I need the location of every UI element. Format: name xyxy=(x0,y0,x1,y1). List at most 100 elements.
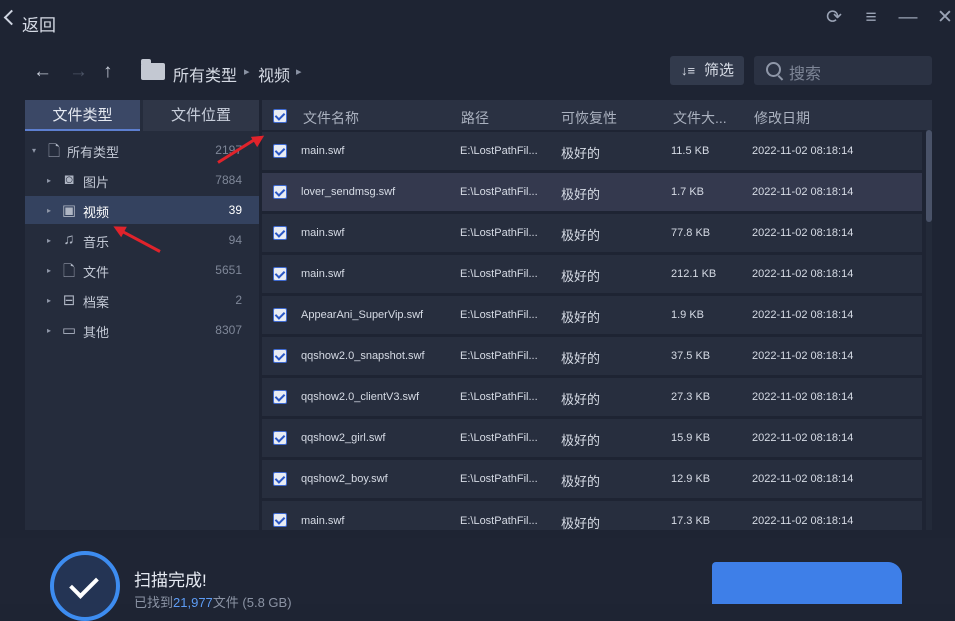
row-checkbox[interactable] xyxy=(273,308,287,322)
file-path: E:\LostPathFil... xyxy=(460,145,538,157)
table-row[interactable]: main.swf E:\LostPathFil... 极好的 212.1 KB … xyxy=(262,255,922,293)
arrow-left-icon[interactable]: ← xyxy=(33,60,52,84)
breadcrumb-separator-icon: ▸ xyxy=(296,66,302,78)
arrow-up-icon[interactable]: ↑ xyxy=(103,60,113,84)
sidebar-item-label: 视频 xyxy=(83,205,110,220)
file-path: E:\LostPathFil... xyxy=(460,350,538,362)
refresh-icon[interactable]: ⟳ xyxy=(823,8,845,28)
sidebar-item-label: 档案 xyxy=(83,295,110,310)
row-checkbox[interactable] xyxy=(273,472,287,486)
expand-caret-icon[interactable]: ▾ xyxy=(32,146,36,155)
expand-caret-icon[interactable]: ▸ xyxy=(47,236,51,245)
modified-date: 2022-11-02 08:18:14 xyxy=(752,309,854,321)
breadcrumb-item-all-types[interactable]: 所有类型 xyxy=(173,62,237,86)
column-header-name[interactable]: 文件名称 xyxy=(303,108,359,128)
table-row[interactable]: main.swf E:\LostPathFil... 极好的 11.5 KB 2… xyxy=(262,132,922,170)
table-row[interactable]: main.swf E:\LostPathFil... 极好的 77.8 KB 2… xyxy=(262,214,922,252)
tab-file-type[interactable]: 文件类型 xyxy=(25,100,140,131)
found-prefix: 已找到 xyxy=(134,595,174,610)
document-icon: 🗋 xyxy=(47,143,61,160)
expand-caret-icon[interactable]: ▸ xyxy=(47,326,51,335)
column-header-path[interactable]: 路径 xyxy=(461,108,489,128)
sidebar-item-label: 音乐 xyxy=(83,235,110,250)
scrollbar-thumb[interactable] xyxy=(926,130,932,222)
expand-caret-icon[interactable]: ▸ xyxy=(47,266,51,275)
file-path: E:\LostPathFil... xyxy=(460,391,538,403)
row-checkbox[interactable] xyxy=(273,144,287,158)
file-size: 212.1 KB xyxy=(671,268,717,280)
select-all-checkbox[interactable] xyxy=(273,109,287,123)
file-path: E:\LostPathFil... xyxy=(460,432,538,444)
column-header-date[interactable]: 修改日期 xyxy=(754,108,810,128)
table-row[interactable]: qqshow2_boy.swf E:\LostPathFil... 极好的 12… xyxy=(262,460,922,498)
file-size: 27.3 KB xyxy=(671,391,711,403)
close-icon[interactable]: ✕ xyxy=(934,8,955,28)
folder-icon: ▭ xyxy=(61,322,77,339)
table-row[interactable]: qqshow2_girl.swf E:\LostPathFil... 极好的 1… xyxy=(262,419,922,457)
modified-date: 2022-11-02 08:18:14 xyxy=(752,145,854,157)
row-checkbox[interactable] xyxy=(273,513,287,527)
file-size: 11.5 KB xyxy=(671,145,710,157)
file-path: E:\LostPathFil... xyxy=(460,186,538,198)
recoverability: 极好的 xyxy=(561,310,601,325)
sidebar-item-label: 图片 xyxy=(83,175,110,190)
sidebar-item-video[interactable]: ▸ ▣ 视频 39 xyxy=(25,196,259,224)
back-button[interactable]: 返回 xyxy=(22,11,56,36)
recoverability: 极好的 xyxy=(561,351,601,366)
file-name: qqshow2_boy.swf xyxy=(301,473,388,485)
back-chevron-icon[interactable] xyxy=(3,9,20,26)
column-header-recoverability[interactable]: 可恢复性 xyxy=(561,108,617,128)
modified-date: 2022-11-02 08:18:14 xyxy=(752,391,854,403)
file-path: E:\LostPathFil... xyxy=(460,473,538,485)
sidebar-item-count: 2 xyxy=(235,293,242,307)
archive-icon: ⊟ xyxy=(62,292,76,309)
file-icon: 🗋 xyxy=(62,263,76,280)
row-checkbox[interactable] xyxy=(273,349,287,363)
recoverability: 极好的 xyxy=(561,392,601,407)
scan-result-summary: 已找到21,977文件 (5.8 GB) xyxy=(134,592,292,611)
sidebar-item-label: 其他 xyxy=(83,325,110,340)
folder-icon xyxy=(141,59,165,80)
expand-caret-icon[interactable]: ▸ xyxy=(47,176,51,185)
row-checkbox[interactable] xyxy=(273,431,287,445)
minimize-icon[interactable]: — xyxy=(897,8,919,28)
expand-caret-icon[interactable]: ▸ xyxy=(47,296,51,305)
file-name: main.swf xyxy=(301,227,345,239)
sidebar-item-count: 39 xyxy=(228,203,242,217)
recoverability: 极好的 xyxy=(561,187,601,202)
modified-date: 2022-11-02 08:18:14 xyxy=(752,186,854,198)
arrow-right-icon[interactable]: → xyxy=(69,60,88,84)
recoverability: 极好的 xyxy=(561,269,601,284)
row-checkbox[interactable] xyxy=(273,226,287,240)
file-path: E:\LostPathFil... xyxy=(460,309,538,321)
file-path: E:\LostPathFil... xyxy=(460,515,538,527)
sidebar-item-archive[interactable]: ▸ ⊟ 档案 2 xyxy=(25,286,259,314)
table-row[interactable]: qqshow2.0_snapshot.swf E:\LostPathFil...… xyxy=(262,337,922,375)
row-checkbox[interactable] xyxy=(273,390,287,404)
file-name: lover_sendmsg.swf xyxy=(301,186,396,198)
sidebar-item-files[interactable]: ▸ 🗋 文件 5651 xyxy=(25,256,259,284)
column-header-size[interactable]: 文件大... xyxy=(673,108,727,128)
table-row[interactable]: AppearAni_SuperVip.swf E:\LostPathFil...… xyxy=(262,296,922,334)
hamburger-menu-icon[interactable]: ≡ xyxy=(860,8,882,28)
recover-button[interactable] xyxy=(712,562,902,604)
file-size: 77.8 KB xyxy=(671,227,711,239)
table-row[interactable]: lover_sendmsg.swf E:\LostPathFil... 极好的 … xyxy=(262,173,922,211)
row-checkbox[interactable] xyxy=(273,267,287,281)
file-name: main.swf xyxy=(301,268,345,280)
sidebar-item-images[interactable]: ▸ ◙ 图片 7884 xyxy=(25,166,259,194)
table-row[interactable]: main.swf E:\LostPathFil... 极好的 17.3 KB 2… xyxy=(262,501,922,530)
tab-file-location[interactable]: 文件位置 xyxy=(143,100,259,131)
filter-icon: ↓≡ xyxy=(681,63,696,78)
sidebar-item-count: 8307 xyxy=(215,323,242,337)
recoverability: 极好的 xyxy=(561,228,601,243)
modified-date: 2022-11-02 08:18:14 xyxy=(752,515,854,527)
table-row[interactable]: qqshow2.0_clientV3.swf E:\LostPathFil...… xyxy=(262,378,922,416)
file-size: 1.7 KB xyxy=(671,186,705,198)
expand-caret-icon[interactable]: ▸ xyxy=(47,206,51,215)
modified-date: 2022-11-02 08:18:14 xyxy=(752,350,854,362)
sidebar-item-other[interactable]: ▸ ▭ 其他 8307 xyxy=(25,316,259,344)
row-checkbox[interactable] xyxy=(273,185,287,199)
breadcrumb-item-video[interactable]: 视频 xyxy=(258,62,290,86)
modified-date: 2022-11-02 08:18:14 xyxy=(752,268,854,280)
